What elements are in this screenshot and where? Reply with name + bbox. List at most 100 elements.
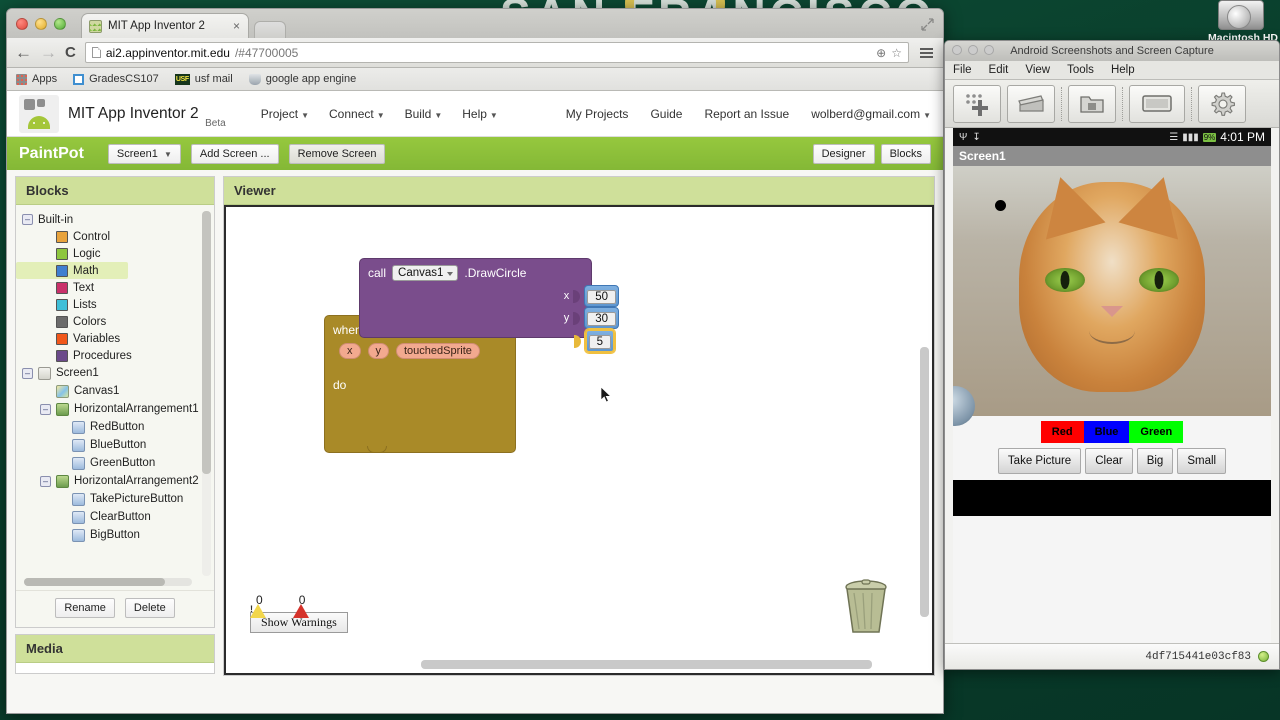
maximize-window-button[interactable] [54, 18, 66, 30]
number-block-y[interactable]: 30 [584, 307, 619, 329]
bookmark-apps[interactable]: Apps [16, 73, 57, 85]
blocks-canvas[interactable]: when Canvas1 .Touched x y touchedSprite … [224, 205, 934, 675]
maximize-window-button[interactable] [984, 45, 994, 55]
tree-node-procedures[interactable]: Procedures [16, 347, 214, 364]
account-menu[interactable]: wolberd@gmail.com▼ [811, 107, 931, 121]
warning-indicator[interactable]: ! 0 [250, 593, 263, 607]
workspace-horizontal-scrollbar[interactable] [421, 660, 872, 669]
menu-tools[interactable]: Tools [1067, 64, 1094, 76]
forward-button[interactable]: → [40, 44, 56, 61]
minimize-window-button[interactable] [35, 18, 47, 30]
collapse-toggle-icon[interactable]: – [40, 476, 51, 487]
new-screenshot-icon[interactable] [953, 85, 1001, 123]
menu-file[interactable]: File [953, 64, 972, 76]
paint-canvas[interactable] [953, 166, 1271, 416]
number-value-x[interactable]: 50 [587, 290, 616, 304]
android-tool-window-controls[interactable] [952, 45, 994, 55]
red-button[interactable]: Red [1041, 421, 1084, 443]
link-report-an-issue[interactable]: Report an Issue [704, 107, 789, 121]
tree-node-control[interactable]: Control [16, 228, 214, 245]
event-param-touchedsprite[interactable]: touchedSprite [396, 343, 480, 359]
tree-node-clearbutton[interactable]: ClearButton [16, 508, 214, 526]
search-icon[interactable]: ⊕ [876, 46, 886, 60]
clapperboard-icon[interactable] [1007, 85, 1055, 123]
number-block-r[interactable]: 5 [585, 329, 615, 353]
bookmark-gradescs107[interactable]: GradesCS107 [73, 73, 159, 85]
tree-node-builtin[interactable]: – Built-in [16, 211, 214, 228]
collapse-toggle-icon[interactable]: – [40, 404, 51, 415]
rename-button[interactable]: Rename [55, 598, 115, 618]
link-my-projects[interactable]: My Projects [566, 107, 629, 121]
collapse-toggle-icon[interactable]: – [22, 214, 33, 225]
number-value-y[interactable]: 30 [587, 312, 616, 326]
bookmark-star-icon[interactable]: ☆ [891, 46, 902, 60]
macintosh-hd-desktop-icon[interactable]: Macintosh HD [1208, 0, 1274, 44]
browser-tab-active[interactable]: MIT App Inventor 2 × [81, 13, 249, 38]
take-picture-button[interactable]: Take Picture [998, 448, 1081, 474]
close-tab-icon[interactable]: × [225, 20, 240, 32]
minimize-window-button[interactable] [968, 45, 978, 55]
bookmark-usf-mail[interactable]: USF usf mail [175, 73, 233, 85]
number-value-r[interactable]: 5 [589, 335, 611, 349]
folder-icon[interactable] [1068, 85, 1116, 123]
tree-node-text[interactable]: Text [16, 279, 214, 296]
tree-vertical-scrollbar[interactable] [202, 211, 211, 576]
delete-button[interactable]: Delete [125, 598, 175, 618]
small-button[interactable]: Small [1177, 448, 1226, 474]
trash-icon[interactable] [840, 577, 892, 635]
clear-button[interactable]: Clear [1085, 448, 1132, 474]
address-bar[interactable]: ai2.appinventor.mit.edu /#47700005 ⊕ ☆ [85, 42, 909, 63]
fullscreen-icon[interactable] [921, 18, 934, 31]
error-indicator[interactable]: ! 0 [293, 593, 306, 607]
menu-edit[interactable]: Edit [989, 64, 1009, 76]
menu-connect[interactable]: Connect▼ [329, 107, 385, 121]
workspace-vertical-scrollbar[interactable] [920, 347, 929, 617]
tree-horizontal-scrollbar[interactable] [24, 578, 192, 586]
number-block-x[interactable]: 50 [584, 285, 619, 307]
reload-button[interactable]: C [65, 44, 76, 61]
menu-build[interactable]: Build▼ [405, 107, 443, 121]
menu-project[interactable]: Project▼ [261, 107, 309, 121]
bookmark-google-app-engine[interactable]: google app engine [249, 73, 357, 85]
tree-node-screen1[interactable]: – Screen1 [16, 364, 214, 382]
add-screen-button[interactable]: Add Screen ... [191, 144, 279, 164]
event-param-y[interactable]: y [368, 343, 390, 359]
remove-screen-button[interactable]: Remove Screen [289, 144, 386, 164]
link-guide[interactable]: Guide [650, 107, 682, 121]
tree-node-bigbutton[interactable]: BigButton [16, 526, 214, 544]
blue-button[interactable]: Blue [1084, 421, 1130, 443]
blockly-workspace[interactable]: when Canvas1 .Touched x y touchedSprite … [226, 207, 932, 673]
tree-node-canvas1[interactable]: Canvas1 [16, 382, 214, 400]
back-button[interactable]: ← [15, 44, 31, 61]
tree-node-horizontalarrangement1[interactable]: – HorizontalArrangement1 [16, 400, 214, 418]
tree-node-colors[interactable]: Colors [16, 313, 214, 330]
window-controls[interactable] [16, 18, 66, 30]
blocks-button[interactable]: Blocks [881, 144, 931, 164]
tree-node-takepicturebutton[interactable]: TakePictureButton [16, 490, 214, 508]
close-window-button[interactable] [16, 18, 28, 30]
menu-help[interactable]: Help [1111, 64, 1135, 76]
designer-button[interactable]: Designer [813, 144, 875, 164]
collapse-toggle-icon[interactable]: – [22, 368, 33, 379]
tree-node-variables[interactable]: Variables [16, 330, 214, 347]
menu-help[interactable]: Help▼ [462, 107, 498, 121]
display-icon[interactable] [1129, 85, 1185, 123]
event-param-x[interactable]: x [339, 343, 361, 359]
close-window-button[interactable] [952, 45, 962, 55]
big-button[interactable]: Big [1137, 448, 1174, 474]
tree-node-horizontalarrangement2[interactable]: – HorizontalArrangement2 [16, 472, 214, 490]
green-button[interactable]: Green [1129, 421, 1183, 443]
new-tab-button[interactable] [254, 21, 286, 38]
tree-node-math[interactable]: Math [16, 262, 128, 279]
gear-icon[interactable] [1198, 85, 1246, 123]
chrome-menu-icon[interactable] [918, 48, 935, 58]
call-component-dropdown[interactable]: Canvas1 [392, 265, 458, 281]
call-drawcircle-block[interactable]: call Canvas1 .DrawCircle x 50 [359, 258, 592, 338]
tree-node-bluebutton[interactable]: BlueButton [16, 436, 214, 454]
tree-node-greenbutton[interactable]: GreenButton [16, 454, 214, 472]
blocks-tree[interactable]: – Built-in Control Logic [16, 205, 214, 590]
tree-node-redbutton[interactable]: RedButton [16, 418, 214, 436]
tree-node-lists[interactable]: Lists [16, 296, 214, 313]
tree-node-logic[interactable]: Logic [16, 245, 214, 262]
screen-selector[interactable]: Screen1 ▼ [108, 144, 181, 164]
